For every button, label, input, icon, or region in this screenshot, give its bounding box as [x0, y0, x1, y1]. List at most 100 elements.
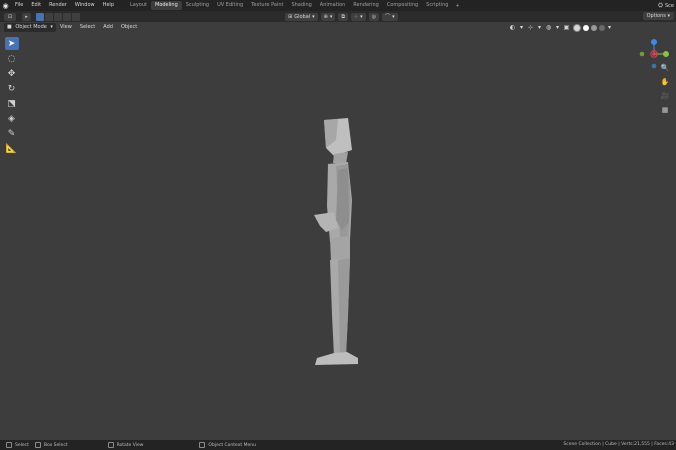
snap-icon: ⧉: [341, 13, 345, 20]
menu-view[interactable]: View: [56, 23, 76, 32]
add-workspace-button[interactable]: +: [452, 3, 462, 9]
transform-tool-icon[interactable]: ◈: [5, 112, 19, 125]
material-shading-icon[interactable]: [591, 24, 597, 31]
zoom-icon[interactable]: 🔍: [659, 62, 671, 74]
hand-shape: [314, 212, 338, 232]
y-axis-icon: [663, 51, 669, 57]
overlay-toggle-icon[interactable]: ◍: [544, 23, 553, 32]
options-dropdown[interactable]: Options ▾: [642, 12, 674, 20]
mouse-drag-icon: [34, 442, 41, 448]
mouse-middle-icon: [107, 442, 114, 448]
scale-tool-icon[interactable]: ⬔: [5, 97, 19, 110]
annotate-tool-icon[interactable]: ✎: [5, 127, 19, 140]
navigation-tools: 🔍 ✋ 🎥 ▦: [659, 62, 671, 118]
camera-view-icon[interactable]: 🎥: [659, 90, 671, 102]
orientation-dropdown[interactable]: ⊞ Global ▾: [285, 12, 318, 21]
status-bar: Select Box Select Rotate View Object Con…: [0, 440, 676, 450]
menu-add[interactable]: Add: [99, 23, 117, 32]
snap-grid-icon: ⁘: [353, 13, 359, 20]
chevron-down-icon: ▾: [50, 24, 53, 30]
status-context-menu-label: Object Context Menu: [208, 442, 256, 448]
foot-shape: [315, 352, 358, 365]
select-extend-button[interactable]: [45, 12, 53, 21]
scene-icon: ⛭: [658, 1, 663, 9]
menu-edit[interactable]: Edit: [27, 0, 45, 11]
scene-stats: Scene Collection | Cube | Verts:21,555 |…: [563, 442, 674, 447]
orientation-icon: ⊞: [288, 13, 293, 20]
chevron-down-icon: ▾: [667, 13, 670, 19]
status-select-label: Select: [15, 442, 29, 448]
tab-sculpting[interactable]: Sculpting: [182, 1, 213, 10]
mode-label: Object Mode: [15, 24, 47, 30]
scene-selector[interactable]: ⛭ Sce: [656, 0, 676, 11]
left-toolbar: ➤ ◌ ✥ ↻ ⬔ ◈ ✎ 📐: [3, 37, 20, 157]
editor-type-button[interactable]: ⊡: [4, 12, 16, 21]
status-box-select: Box Select: [34, 442, 68, 448]
select-subtract-button[interactable]: [54, 12, 62, 21]
tool-header: ⊡ ▸ ⊞ Global ▾ ⊕ ▾ ⧉ ⁘ ▾ ◎ ⌒ ▾ Options ▾: [0, 11, 676, 22]
pan-hand-icon[interactable]: ✋: [659, 76, 671, 88]
snap-toggle[interactable]: ⧉: [338, 12, 348, 21]
select-intersect-button[interactable]: [72, 12, 80, 21]
xray-toggle-icon[interactable]: ▣: [562, 23, 571, 32]
wireframe-shading-icon[interactable]: [573, 23, 581, 32]
menu-object[interactable]: Object: [117, 23, 141, 32]
select-new-button[interactable]: [36, 12, 44, 21]
gizmo-toggle-icon[interactable]: ⊹: [526, 23, 535, 32]
solid-shading-icon[interactable]: [583, 24, 589, 31]
scene-name: Sce: [665, 2, 674, 9]
proportional-falloff-dropdown[interactable]: ⌒ ▾: [382, 12, 398, 21]
cursor-tool-icon[interactable]: ◌: [5, 52, 19, 65]
menu-window[interactable]: Window: [71, 0, 99, 11]
transform-controls: ⊞ Global ▾ ⊕ ▾ ⧉ ⁘ ▾ ◎ ⌒ ▾: [285, 12, 401, 21]
status-context-menu: Object Context Menu: [199, 442, 256, 448]
chevron-down-icon[interactable]: ▾: [553, 23, 562, 32]
status-box-select-label: Box Select: [43, 442, 68, 448]
tab-modeling[interactable]: Modeling: [151, 1, 182, 10]
rotate-tool-icon[interactable]: ↻: [5, 82, 19, 95]
object-mode-icon: ■: [7, 24, 12, 30]
menu-file[interactable]: File: [11, 0, 27, 11]
proportional-icon: ◎: [371, 13, 377, 20]
chevron-down-icon: ▾: [312, 13, 315, 20]
select-tool-icon[interactable]: ➤: [4, 37, 19, 50]
neg-z-axis-icon: [651, 63, 657, 69]
proportional-edit-toggle[interactable]: ◎: [368, 12, 380, 21]
status-select: Select: [6, 442, 29, 448]
snap-options-dropdown[interactable]: ⁘ ▾: [350, 12, 366, 21]
mouse-right-icon: [199, 442, 206, 448]
measure-tool-icon[interactable]: 📐: [5, 142, 19, 155]
move-tool-icon[interactable]: ✥: [5, 67, 19, 80]
chevron-down-icon[interactable]: ▾: [535, 23, 544, 32]
chevron-down-icon: ▾: [360, 13, 363, 20]
select-invert-button[interactable]: [63, 12, 71, 21]
leg-shadow-shape: [338, 258, 350, 355]
viewport-display-controls: ◐ ▾ ⊹ ▾ ◍ ▾ ▣ ▾: [508, 23, 614, 32]
character-model[interactable]: [300, 110, 370, 375]
visibility-icon[interactable]: ◐: [508, 23, 517, 32]
chevron-down-icon[interactable]: ▾: [517, 23, 526, 32]
tweak-tool-button[interactable]: ▸: [22, 12, 31, 21]
arm-shape: [336, 168, 349, 230]
neg-y-axis-icon: [639, 51, 645, 57]
tab-uv-editing[interactable]: UV Editing: [213, 1, 247, 10]
menu-select[interactable]: Select: [76, 23, 99, 32]
chevron-down-icon[interactable]: ▾: [605, 23, 614, 32]
mode-dropdown[interactable]: ■ Object Mode ▾: [4, 23, 56, 32]
tab-scripting[interactable]: Scripting: [422, 1, 452, 10]
tab-rendering[interactable]: Rendering: [349, 1, 383, 10]
workspace-tabs: Layout Modeling Sculpting UV Editing Tex…: [126, 0, 463, 11]
chevron-down-icon: ▾: [329, 13, 333, 20]
blender-logo-icon[interactable]: ◉: [0, 0, 11, 11]
viewport-header: ■ Object Mode ▾ View Select Add Object ◐…: [0, 22, 676, 33]
menu-help[interactable]: Help: [99, 0, 118, 11]
cursor-icon: ▸: [25, 13, 28, 20]
tab-compositing[interactable]: Compositing: [383, 1, 422, 10]
pivot-dropdown[interactable]: ⊕ ▾: [320, 12, 336, 21]
tab-layout[interactable]: Layout: [126, 1, 151, 10]
menu-render[interactable]: Render: [45, 0, 71, 11]
perspective-grid-icon[interactable]: ▦: [659, 104, 671, 116]
tab-texture-paint[interactable]: Texture Paint: [247, 1, 287, 10]
tab-animation[interactable]: Animation: [316, 1, 350, 10]
tab-shading[interactable]: Shading: [287, 1, 315, 10]
